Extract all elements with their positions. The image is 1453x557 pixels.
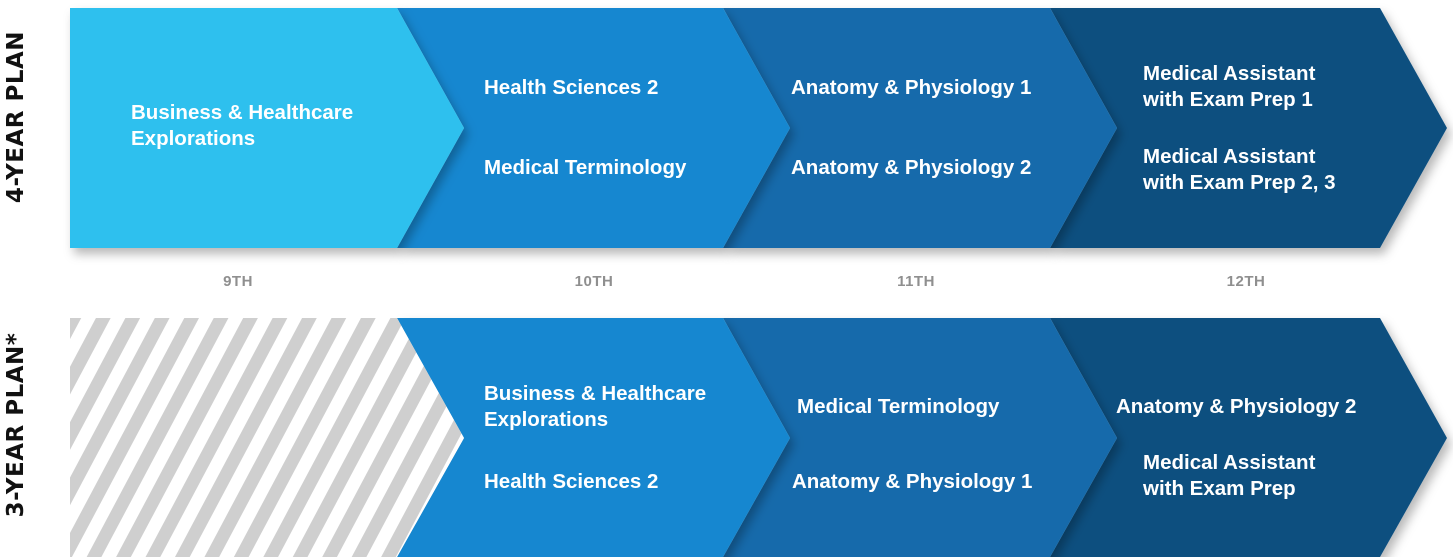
course-label: Medical Assistant with Exam Prep	[1143, 451, 1316, 500]
grade-11th: 11TH	[897, 273, 935, 290]
three-year-12th-courses-b: Medical Assistant with Exam Prep	[1143, 450, 1343, 502]
course-label: Health Sciences 2	[484, 76, 659, 99]
course-label: Medical Terminology	[484, 156, 687, 179]
four-year-12th-courses: Medical Assistant with Exam Prep 1	[1143, 61, 1343, 113]
four-year-9th-courses: Business & Healthcare Explorations	[131, 100, 421, 152]
course-label: Medical Assistant with Exam Prep 2, 3	[1143, 145, 1336, 194]
four-year-11th-courses-b: Anatomy & Physiology 2	[791, 155, 1031, 181]
three-year-row	[70, 318, 1447, 557]
four-year-12th-courses-b: Medical Assistant with Exam Prep 2, 3	[1143, 144, 1393, 196]
grade-12th: 12TH	[1226, 273, 1266, 290]
three-year-11th-courses-b: Anatomy & Physiology 1	[792, 469, 1032, 495]
course-label: Medical Terminology	[797, 395, 1000, 418]
course-label: Anatomy & Physiology 2	[1116, 395, 1357, 418]
three-year-12th-courses: Anatomy & Physiology 2	[1116, 394, 1356, 420]
four-year-10th-courses-b: Medical Terminology	[484, 155, 686, 181]
course-label: Medical Assistant with Exam Prep 1	[1143, 62, 1316, 111]
four-year-10th-courses: Health Sciences 2	[484, 75, 658, 101]
grade-10th: 10TH	[574, 273, 614, 290]
course-label: Business & Healthcare Explorations	[131, 101, 354, 150]
three-year-11th-courses: Medical Terminology	[797, 394, 999, 420]
course-label: Anatomy & Physiology 2	[791, 156, 1032, 179]
three-year-seg-9th-hatched	[70, 318, 464, 557]
course-label: Health Sciences 2	[484, 470, 659, 493]
course-label: Business & Healthcare Explorations	[484, 382, 707, 431]
course-label: Anatomy & Physiology 1	[791, 76, 1032, 99]
three-year-10th-courses-b: Health Sciences 2	[484, 469, 658, 495]
three-year-10th-courses: Business & Healthcare Explorations	[484, 381, 764, 433]
four-year-11th-courses: Anatomy & Physiology 1	[791, 75, 1031, 101]
course-label: Anatomy & Physiology 1	[792, 470, 1033, 493]
grade-9th: 9TH	[223, 273, 253, 290]
